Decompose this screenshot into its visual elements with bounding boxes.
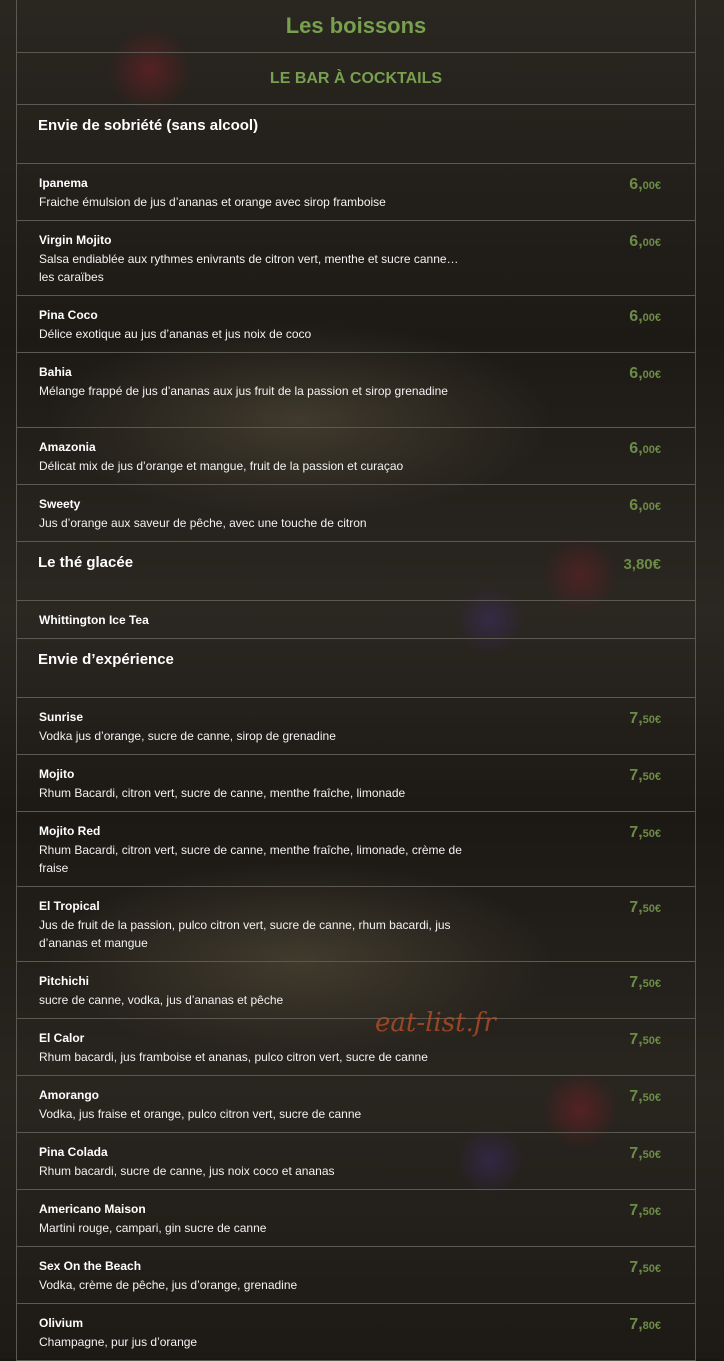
section-price: 3,80€ <box>623 556 661 573</box>
section-subtitle: LE BAR À COCKTAILS <box>16 53 696 105</box>
item-name: Pitchichi <box>39 974 90 988</box>
item-name: Virgin Mojito <box>39 233 112 247</box>
section-title: Envie de sobriété (sans alcool) <box>38 117 259 134</box>
item-price: 7,50€ <box>629 1088 661 1105</box>
item-name: Ipanema <box>39 176 88 190</box>
menu-item: Sweety Jus d’orange aux saveur de pêche,… <box>16 485 696 542</box>
item-name: Pina Colada <box>39 1145 108 1159</box>
menu-item: Sex On the Beach Vodka, crème de pêche, … <box>16 1247 696 1304</box>
section-title: Le thé glacée <box>38 554 134 571</box>
item-description: Vodka jus d’orange, sucre de canne, siro… <box>39 729 336 743</box>
item-description: Rhum Bacardi, citron vert, sucre de cann… <box>39 786 406 800</box>
menu-item: El Tropical Jus de fruit de la passion, … <box>16 887 696 962</box>
item-name: Amazonia <box>39 440 96 454</box>
eat-list-watermark: eat-list.fr <box>375 1008 496 1038</box>
item-description: Rhum bacardi, sucre de canne, jus noix c… <box>39 1164 335 1178</box>
drinks-menu: Les boissons LE BAR À COCKTAILS Envie de… <box>16 0 696 1361</box>
item-description: Salsa endiablée aux rythmes enivrants de… <box>39 252 459 284</box>
section-header-experience: Envie d’expérience <box>16 639 696 698</box>
item-price: 7,50€ <box>629 1145 661 1162</box>
menu-item: Amorango Vodka, jus fraise et orange, pu… <box>16 1076 696 1133</box>
menu-item: El Calor Rhum bacardi, jus framboise et … <box>16 1019 696 1076</box>
item-name: Mojito <box>39 767 75 781</box>
item-description: Vodka, crème de pêche, jus d’orange, gre… <box>39 1278 298 1292</box>
menu-item: Mojito Rhum Bacardi, citron vert, sucre … <box>16 755 696 812</box>
item-price: 7,80€ <box>629 1316 661 1333</box>
item-description: Champagne, pur jus d’orange <box>39 1335 198 1349</box>
item-price: 7,50€ <box>629 767 661 784</box>
menu-item: Olivium Champagne, pur jus d’orange 7,80… <box>16 1304 696 1361</box>
item-name: Mojito Red <box>39 824 101 838</box>
item-price: 7,50€ <box>629 1202 661 1219</box>
item-price: 6,00€ <box>629 365 661 382</box>
item-description: sucre de canne, vodka, jus d’ananas et p… <box>39 993 284 1007</box>
page-title: Les boissons <box>16 0 696 53</box>
item-name: Americano Maison <box>39 1202 146 1216</box>
menu-item: Bahia Mélange frappé de jus d’ananas aux… <box>16 353 696 428</box>
item-description: Fraiche émulsion de jus d’ananas et oran… <box>39 195 386 209</box>
item-name: Olivium <box>39 1316 84 1330</box>
item-name: Sweety <box>39 497 81 511</box>
section-header-sans-alcool: Envie de sobriété (sans alcool) <box>16 105 696 164</box>
item-price: 7,50€ <box>629 710 661 727</box>
item-description: Vodka, jus fraise et orange, pulco citro… <box>39 1107 362 1121</box>
item-description: Rhum bacardi, jus framboise et ananas, p… <box>39 1050 428 1064</box>
menu-item: Amazonia Délicat mix de jus d’orange et … <box>16 428 696 485</box>
item-name: Whittington Ice Tea <box>39 613 149 627</box>
item-name: Amorango <box>39 1088 99 1102</box>
item-price: 6,00€ <box>629 440 661 457</box>
menu-item: Mojito Red Rhum Bacardi, citron vert, su… <box>16 812 696 887</box>
item-price: 7,50€ <box>629 899 661 916</box>
menu-item: Americano Maison Martini rouge, campari,… <box>16 1190 696 1247</box>
item-description: Mélange frappé de jus d’ananas aux jus f… <box>39 384 448 398</box>
item-description: Délice exotique au jus d’ananas et jus n… <box>39 327 312 341</box>
item-description: Délicat mix de jus d’orange et mangue, f… <box>39 459 404 473</box>
item-name: El Calor <box>39 1031 85 1045</box>
menu-item: Sunrise Vodka jus d’orange, sucre de can… <box>16 698 696 755</box>
section-title: Envie d’expérience <box>38 651 174 668</box>
menu-item: Pina Colada Rhum bacardi, sucre de canne… <box>16 1133 696 1190</box>
item-name: El Tropical <box>39 899 100 913</box>
item-description: Jus de fruit de la passion, pulco citron… <box>39 918 451 950</box>
section-header-the-glacee: Le thé glacée 3,80€ <box>16 542 696 601</box>
menu-item: Whittington Ice Tea <box>16 601 696 639</box>
item-price: 6,00€ <box>629 308 661 325</box>
item-description: Martini rouge, campari, gin sucre de can… <box>39 1221 267 1235</box>
menu-item: Pina Coco Délice exotique au jus d’anana… <box>16 296 696 353</box>
item-price: 7,50€ <box>629 1259 661 1276</box>
item-name: Sunrise <box>39 710 84 724</box>
menu-item: Pitchichi sucre de canne, vodka, jus d’a… <box>16 962 696 1019</box>
item-name: Sex On the Beach <box>39 1259 142 1273</box>
item-price: 6,00€ <box>629 497 661 514</box>
item-price: 7,50€ <box>629 824 661 841</box>
item-price: 6,00€ <box>629 176 661 193</box>
item-price: 6,00€ <box>629 233 661 250</box>
item-description: Rhum Bacardi, citron vert, sucre de cann… <box>39 843 462 875</box>
item-price: 7,50€ <box>629 1031 661 1048</box>
menu-item: Ipanema Fraiche émulsion de jus d’ananas… <box>16 164 696 221</box>
item-name: Pina Coco <box>39 308 98 322</box>
item-name: Bahia <box>39 365 72 379</box>
item-description: Jus d’orange aux saveur de pêche, avec u… <box>39 516 367 530</box>
item-price: 7,50€ <box>629 974 661 991</box>
menu-item: Virgin Mojito Salsa endiablée aux rythme… <box>16 221 696 296</box>
